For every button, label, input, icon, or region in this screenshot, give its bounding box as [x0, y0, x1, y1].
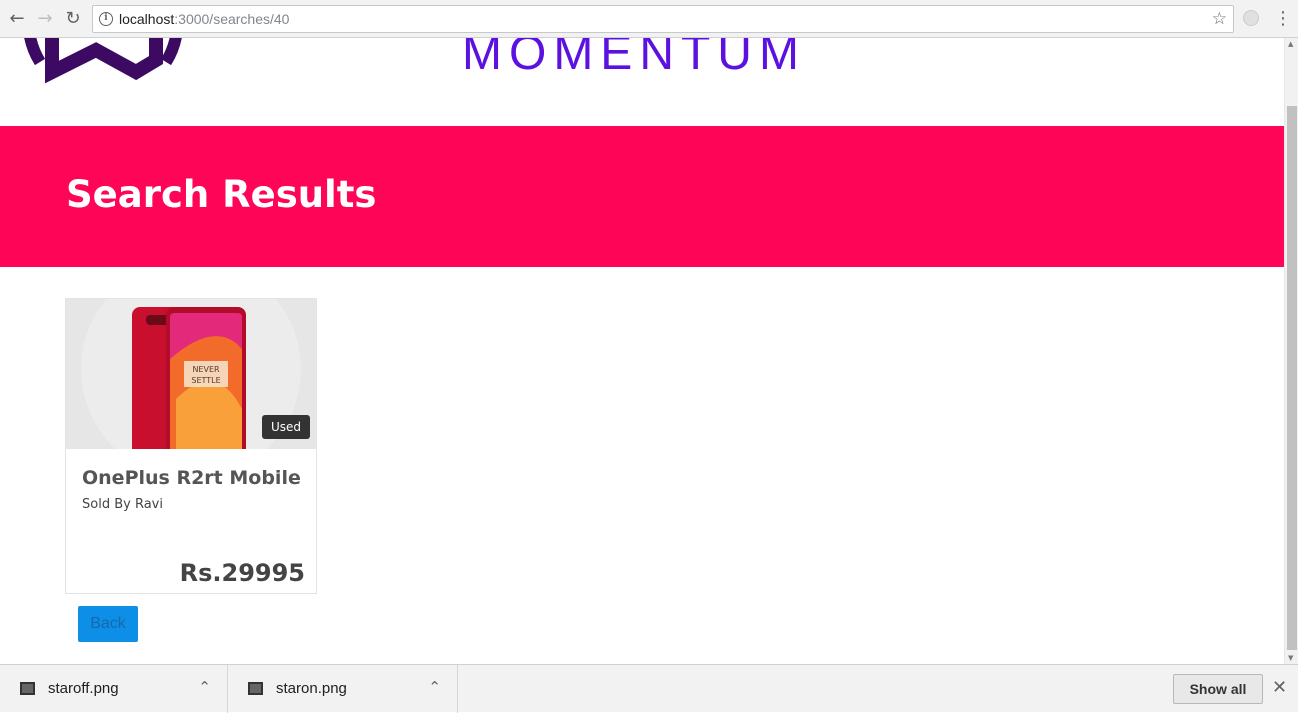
url-host: localhost — [119, 11, 175, 27]
info-icon[interactable]: i — [99, 12, 113, 26]
chevron-up-icon[interactable]: ⌃ — [198, 678, 211, 696]
scroll-down-icon[interactable]: ▼ — [1288, 654, 1293, 662]
browser-menu-icon[interactable]: ⋮ — [1274, 8, 1292, 30]
reload-icon[interactable]: ↻ — [62, 8, 84, 30]
bookmark-star-icon[interactable]: ☆ — [1212, 9, 1227, 29]
svg-text:SETTLE: SETTLE — [191, 376, 220, 385]
chevron-up-icon[interactable]: ⌃ — [428, 678, 441, 696]
product-seller: Sold By Ravi — [82, 497, 163, 512]
download-item[interactable]: staroff.png ⌃ — [0, 665, 228, 713]
image-file-icon — [20, 682, 35, 695]
download-file-name[interactable]: staroff.png — [48, 680, 119, 697]
hero-banner: Search Results — [0, 126, 1284, 267]
image-file-icon — [248, 682, 263, 695]
condition-badge: Used — [262, 415, 311, 439]
forward-arrow-icon[interactable]: → — [34, 8, 56, 30]
scroll-up-icon[interactable]: ▲ — [1288, 40, 1293, 48]
scroll-thumb[interactable] — [1287, 106, 1297, 650]
page-viewport: MOMENTUM Search Results NEVER SETTLE Use… — [0, 38, 1284, 664]
address-bar[interactable]: i localhost:3000/searches/40 ☆ — [92, 5, 1234, 33]
back-arrow-icon[interactable]: ← — [6, 8, 28, 30]
brand-title: MOMENTUM — [462, 38, 806, 80]
download-file-name[interactable]: staron.png — [276, 680, 347, 697]
download-bar: staroff.png ⌃ staron.png ⌃ Show all ✕ — [0, 664, 1298, 713]
url-path: :3000/searches/40 — [174, 11, 290, 27]
back-button[interactable]: Back — [78, 606, 138, 642]
svg-text:NEVER: NEVER — [192, 365, 220, 374]
browser-toolbar: ← → ↻ i localhost:3000/searches/40 ☆ ⋮ — [0, 0, 1298, 38]
extension-icon[interactable] — [1243, 10, 1259, 26]
close-icon[interactable]: ✕ — [1272, 677, 1287, 698]
product-price: Rs.29995 — [179, 559, 305, 587]
product-image[interactable]: NEVER SETTLE Used — [66, 299, 316, 449]
url-text[interactable]: localhost:3000/searches/40 — [119, 11, 289, 27]
logo[interactable] — [18, 38, 188, 108]
download-item[interactable]: staron.png ⌃ — [230, 665, 458, 713]
product-title[interactable]: OnePlus R2rt Mobile — [82, 467, 301, 489]
product-card[interactable]: NEVER SETTLE Used OnePlus R2rt Mobile So… — [65, 298, 317, 594]
show-all-button[interactable]: Show all — [1173, 674, 1263, 704]
page-title: Search Results — [66, 173, 377, 216]
vertical-scrollbar[interactable]: ▲ ▼ — [1284, 38, 1298, 664]
